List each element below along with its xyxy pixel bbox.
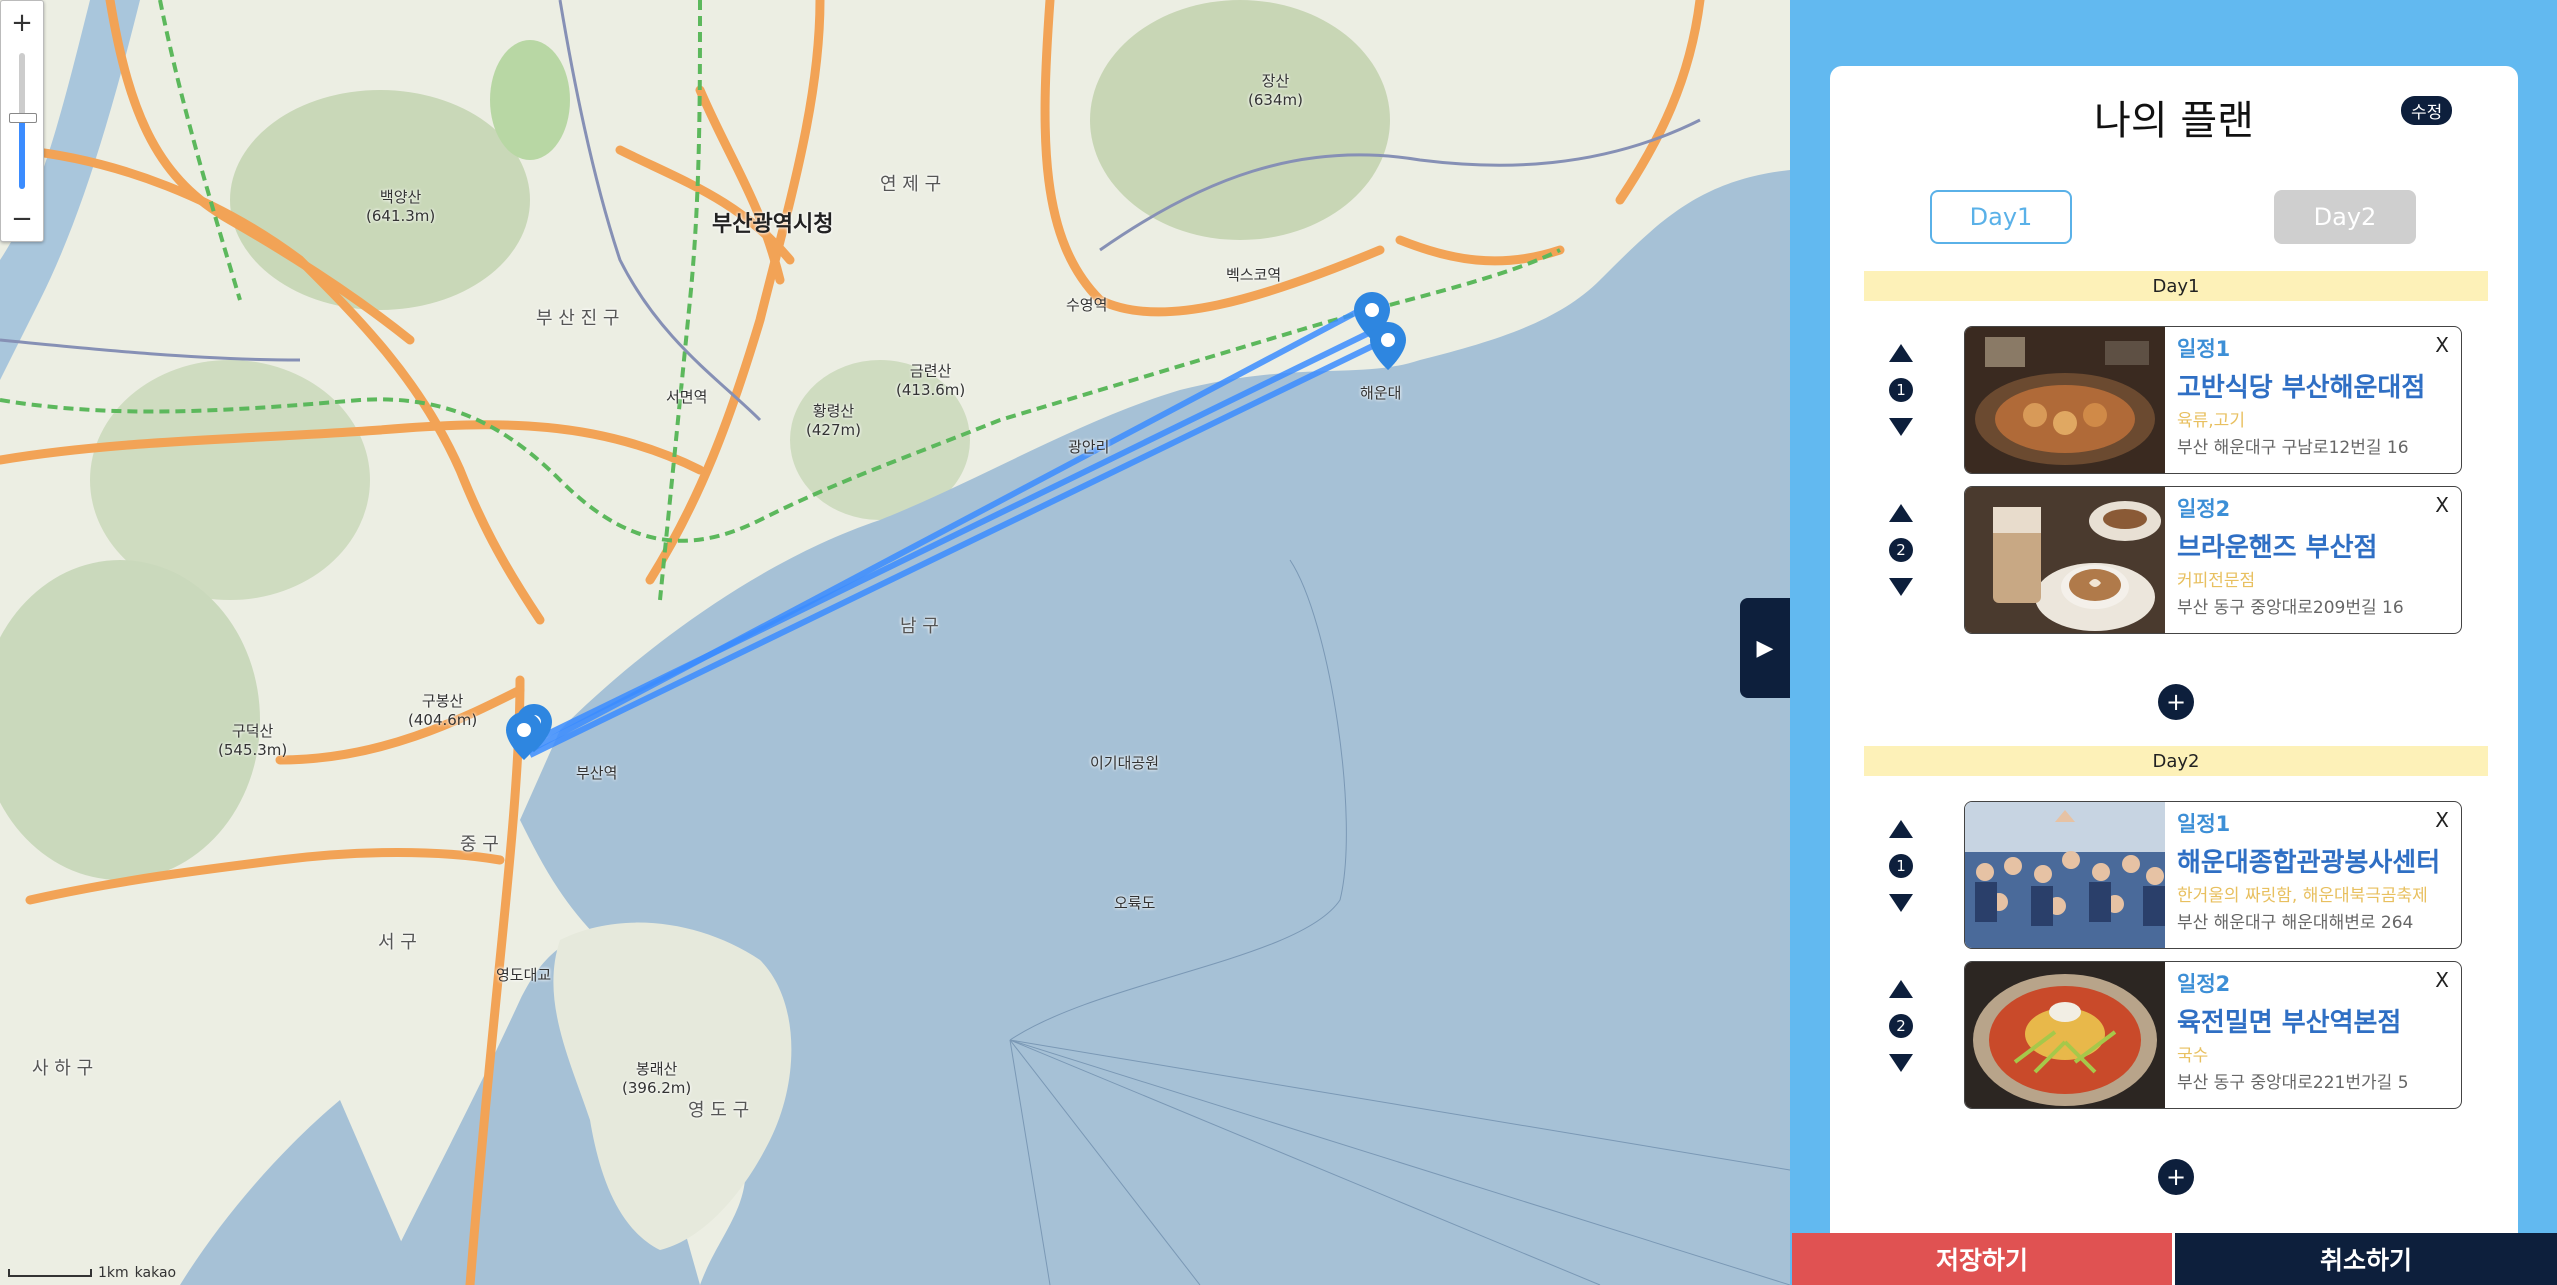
map-label-gwangan: 광안리 (1068, 438, 1110, 456)
map-label-igidae: 이기대공원 (1090, 754, 1160, 772)
item-info: 일정2 육전밀면 부산역본점 국수 부산 동구 중앙대로221번가길 5 (2177, 968, 2455, 1093)
map-label-seomyeon: 서면역 (666, 388, 708, 406)
item-name: 해운대종합관광봉사센터 (2177, 848, 2441, 878)
map-label-jung: 중 구 (460, 834, 499, 855)
item-name: 육전밀면 부산역본점 (2177, 1008, 2402, 1038)
zoom-in-button[interactable]: + (1, 1, 43, 45)
zoom-slider-fill (19, 119, 25, 189)
cancel-button[interactable]: 취소하기 (2175, 1233, 2557, 1285)
move-down-icon[interactable] (1889, 578, 1913, 596)
scale-label: 1km (98, 1265, 129, 1281)
day-header-day2: Day2 (1864, 746, 2488, 776)
add-schedule-button[interactable]: + (2158, 684, 2194, 720)
item-label: 일정2 (2177, 972, 2231, 996)
map-label-suyeong: 수영역 (1066, 296, 1108, 314)
item-info: 일정1 고반식당 부산해운대점 육류,고기 부산 해운대구 구남로12번길 16 (2177, 333, 2455, 458)
map-label-baekyangsan: 백양산 (641.3m) (366, 188, 436, 225)
order-control: 1 (1886, 344, 1916, 436)
move-up-icon[interactable] (1889, 504, 1913, 522)
move-up-icon[interactable] (1889, 344, 1913, 362)
day-header-day1: Day1 (1864, 271, 2488, 301)
item-address: 부산 동구 중앙대로209번길 16 (2177, 598, 2404, 618)
item-address: 부산 해운대구 해운대해변로 264 (2177, 913, 2414, 933)
item-label: 일정1 (2177, 337, 2231, 361)
move-up-icon[interactable] (1889, 820, 1913, 838)
move-up-icon[interactable] (1889, 980, 1913, 998)
schedule-item[interactable]: 일정1 고반식당 부산해운대점 육류,고기 부산 해운대구 구남로12번길 16… (1964, 326, 2462, 474)
map-label-yeongdo-bridge: 영도대교 (496, 966, 552, 984)
plan-card: 나의 플랜 수정 Day1 Day2 Day1 1 일정1 고반식당 부산해운대… (1830, 66, 2518, 1285)
map-label-yeonje: 연 제 구 (880, 174, 942, 195)
move-down-icon[interactable] (1889, 1054, 1913, 1072)
move-down-icon[interactable] (1889, 418, 1913, 436)
save-button[interactable]: 저장하기 (1792, 1233, 2172, 1285)
bbq-thumbnail (1965, 327, 2165, 473)
schedule-item[interactable]: 일정2 육전밀면 부산역본점 국수 부산 동구 중앙대로221번가길 5 X (1964, 961, 2462, 1109)
item-category: 국수 (2177, 1046, 2209, 1066)
order-number: 1 (1889, 378, 1913, 402)
map-label-jangsan: 장산 (634m) (1248, 72, 1303, 109)
panel-toggle-button[interactable]: ▶ (1740, 598, 1790, 698)
tab-day1[interactable]: Day1 (1930, 190, 2072, 244)
zoom-slider-handle[interactable] (9, 113, 37, 123)
zoom-control: + − (0, 0, 44, 242)
remove-item-button[interactable]: X (2435, 333, 2449, 357)
coffee-thumbnail (1965, 487, 2165, 633)
tab-day2[interactable]: Day2 (2274, 190, 2416, 244)
order-number: 2 (1889, 538, 1913, 562)
map-attribution: 1km kakao (8, 1265, 176, 1281)
map-label-yeongdo: 영 도 구 (688, 1100, 750, 1121)
move-down-icon[interactable] (1889, 894, 1913, 912)
map-label-nam: 남 구 (900, 616, 939, 637)
map-label-busanjin: 부 산 진 구 (536, 308, 620, 329)
map-label-saha: 사 하 구 (32, 1058, 94, 1079)
edit-button[interactable]: 수정 (2401, 96, 2453, 125)
map-label-gudeoksan: 구덕산 (545.3m) (218, 722, 288, 759)
order-number: 2 (1889, 1014, 1913, 1038)
map-label-gubongsan: 구봉산 (404.6m) (408, 692, 478, 729)
order-control: 1 (1886, 820, 1916, 912)
item-name: 브라운핸즈 부산점 (2177, 533, 2378, 563)
noodle-thumbnail (1965, 962, 2165, 1108)
map-label-centum: 벡스코역 (1226, 266, 1282, 284)
item-label: 일정2 (2177, 497, 2231, 521)
kakao-logo: kakao (134, 1265, 177, 1281)
item-info: 일정1 해운대종합관광봉사센터 한거울의 짜릿함, 해운대북극곰축제 부산 해운… (2177, 808, 2455, 933)
add-schedule-button[interactable]: + (2158, 1159, 2194, 1195)
order-control: 2 (1886, 980, 1916, 1072)
remove-item-button[interactable]: X (2435, 968, 2449, 992)
map-view[interactable]: 부산광역시청 연 제 구 부 산 진 구 남 구 중 구 서 구 사 하 구 영… (0, 0, 1790, 1285)
festival-thumbnail (1965, 802, 2165, 948)
item-address: 부산 해운대구 구남로12번길 16 (2177, 438, 2409, 458)
item-address: 부산 동구 중앙대로221번가길 5 (2177, 1073, 2409, 1093)
item-category: 커피전문점 (2177, 571, 2256, 591)
remove-item-button[interactable]: X (2435, 493, 2449, 517)
map-label-oryukdo: 오륙도 (1114, 894, 1156, 912)
map-label-seo: 서 구 (378, 932, 417, 953)
item-category: 한거울의 짜릿함, 해운대북극곰축제 (2177, 886, 2428, 906)
item-label: 일정1 (2177, 812, 2231, 836)
order-control: 2 (1886, 504, 1916, 596)
map-label-haeundae: 해운대 (1360, 384, 1402, 402)
item-category: 육류,고기 (2177, 411, 2245, 431)
map-label-hwangnyeongsan: 황령산 (427m) (806, 402, 861, 439)
schedule-item[interactable]: 일정1 해운대종합관광봉사센터 한거울의 짜릿함, 해운대북극곰축제 부산 해운… (1964, 801, 2462, 949)
map-label-geumryeonsan: 금련산 (413.6m) (896, 362, 966, 399)
item-info: 일정2 브라운핸즈 부산점 커피전문점 부산 동구 중앙대로209번길 16 (2177, 493, 2455, 618)
schedule-item[interactable]: 일정2 브라운핸즈 부산점 커피전문점 부산 동구 중앙대로209번길 16 X (1964, 486, 2462, 634)
plan-panel: 나의 플랜 수정 Day1 Day2 Day1 1 일정1 고반식당 부산해운대… (1790, 0, 2557, 1285)
map-label-busan-station: 부산역 (576, 764, 618, 782)
remove-item-button[interactable]: X (2435, 808, 2449, 832)
map-label-city-hall: 부산광역시청 (712, 212, 834, 237)
order-number: 1 (1889, 854, 1913, 878)
scale-bar (8, 1269, 92, 1277)
zoom-out-button[interactable]: − (1, 197, 43, 241)
map-label-bongraesan: 봉래산 (396.2m) (622, 1060, 692, 1097)
item-name: 고반식당 부산해운대점 (2177, 373, 2426, 403)
